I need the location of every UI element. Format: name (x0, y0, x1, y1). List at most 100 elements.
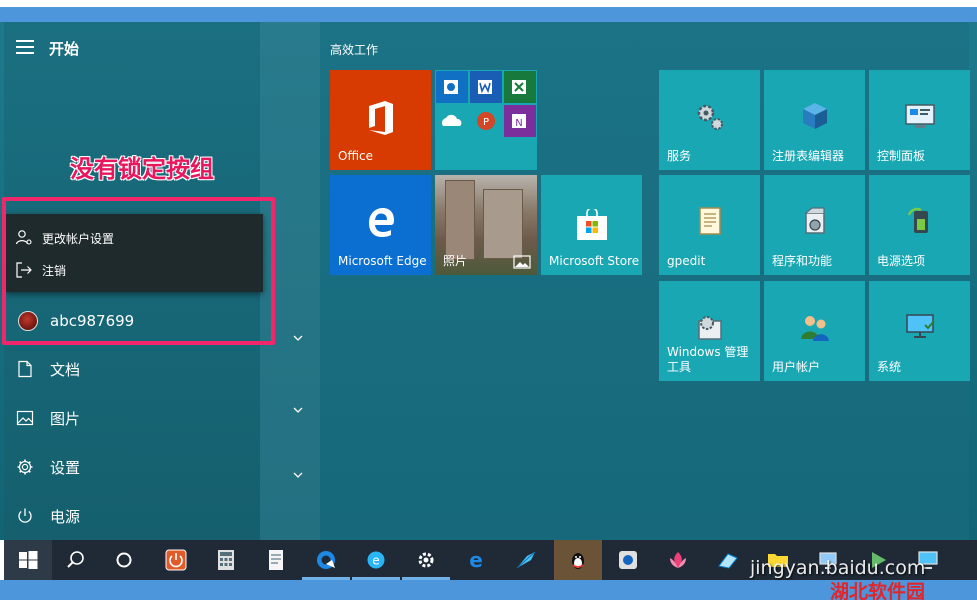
outlook-icon[interactable] (436, 71, 468, 103)
picture-icon (16, 410, 34, 426)
taskbar-app-calculator[interactable] (202, 540, 250, 580)
taskbar-app-notepad[interactable] (252, 540, 300, 580)
screen: 开始 没有锁定按组 更改帐户设置 注销 abc987699 文档 图片 设置 电… (0, 0, 977, 600)
chevron-down-icon[interactable] (292, 405, 304, 415)
tile-user-accounts[interactable]: 用户帐户 (764, 281, 865, 381)
watermark-text: jingyan.baidu.com (750, 557, 926, 579)
qq-penguin-icon (572, 553, 584, 569)
search-button[interactable] (52, 540, 100, 580)
tile-gpedit[interactable]: gpedit (659, 175, 760, 275)
programs-box-icon (805, 207, 825, 234)
nav-documents-label: 文档 (50, 361, 81, 379)
tile-programs-and-features-label: 程序和功能 (772, 254, 833, 268)
start-button[interactable] (4, 540, 52, 580)
calculator-icon (218, 550, 234, 570)
system-computer-icon (906, 314, 935, 338)
tile-services[interactable]: 服务 (659, 70, 760, 170)
document-icon (18, 360, 32, 378)
tile-programs-and-features[interactable]: 程序和功能 (764, 175, 865, 275)
svg-text:e: e (372, 554, 379, 568)
svg-text:N: N (515, 118, 522, 129)
hamburger-menu-icon[interactable] (16, 40, 34, 54)
tile-group-title: 高效工作 (330, 43, 379, 57)
annotation-text: 没有锁定按组 (70, 154, 214, 183)
tile-control-panel[interactable]: 控制面板 (869, 70, 970, 170)
nav-power-label: 电源 (50, 508, 81, 526)
office-icon (369, 101, 393, 135)
cortana-button[interactable] (100, 540, 148, 580)
taskbar-app-flower[interactable] (654, 540, 702, 580)
onedrive-icon[interactable] (436, 105, 468, 137)
browser-swirl-icon (317, 551, 335, 569)
building-image (445, 180, 475, 260)
control-panel-icon (905, 104, 935, 128)
taskbar-app-media[interactable] (604, 540, 652, 580)
feather-app-icon (516, 551, 536, 569)
tools-app-icon (718, 553, 738, 569)
tile-services-label: 服务 (667, 149, 692, 163)
photos-app-icon (513, 255, 531, 269)
taskbar-app-power[interactable] (152, 540, 200, 580)
red-power-app-icon (165, 549, 187, 571)
nav-settings-label: 设置 (50, 459, 81, 477)
taskbar-app-edge[interactable]: e (452, 540, 500, 580)
taskbar-app-browser[interactable] (302, 540, 350, 580)
tile-system-label: 系统 (877, 360, 902, 374)
tile-office[interactable]: Office (330, 70, 431, 170)
tile-power-options[interactable]: 电源选项 (869, 175, 970, 275)
taskbar-app-tools[interactable] (704, 540, 752, 580)
highlight-box (2, 197, 275, 345)
svg-text:P: P (483, 117, 489, 128)
media-app-icon (619, 551, 637, 569)
tile-windows-admin-tools-label: Windows 管理工具 (667, 345, 749, 374)
store-icon (577, 209, 607, 240)
power-options-battery-icon (907, 207, 928, 233)
tile-office-apps[interactable]: P N (435, 70, 537, 170)
notepad-icon (269, 550, 283, 570)
tile-microsoft-store-label: Microsoft Store (549, 254, 640, 268)
tile-control-panel-label: 控制面板 (877, 149, 926, 163)
nav-power[interactable]: 电源 (10, 498, 260, 534)
gear-icon (418, 552, 434, 568)
tile-registry-editor-label: 注册表编辑器 (772, 149, 845, 163)
svg-text:e: e (469, 548, 483, 572)
chevron-down-icon[interactable] (292, 470, 304, 480)
start-title: 开始 (49, 40, 80, 58)
word-icon[interactable] (470, 71, 502, 103)
taskbar-app-feather[interactable] (502, 540, 550, 580)
tile-photos-label: 照片 (443, 254, 468, 268)
tile-microsoft-store[interactable]: Microsoft Store (541, 175, 642, 275)
top-border (0, 0, 977, 7)
flower-app-icon (670, 552, 686, 568)
chevron-down-icon[interactable] (292, 333, 304, 343)
taskbar-app-qq[interactable] (554, 540, 602, 580)
search-icon (67, 551, 84, 568)
tile-power-options-label: 电源选项 (877, 254, 926, 268)
windows-logo-icon (19, 551, 38, 569)
internet-explorer-icon: e (367, 551, 385, 569)
taskbar-app-ie[interactable]: e (352, 540, 400, 580)
tile-office-label: Office (338, 149, 374, 163)
watermark-logo-text: 湖北软件园 (830, 581, 926, 600)
nav-settings[interactable]: 设置 (10, 449, 260, 485)
admin-tools-icon (698, 316, 722, 340)
registry-cube-icon (803, 103, 827, 129)
excel-icon[interactable] (504, 71, 536, 103)
nav-pictures[interactable]: 图片 (10, 400, 260, 436)
tile-microsoft-edge[interactable]: Microsoft Edge (330, 175, 431, 275)
tile-registry-editor[interactable]: 注册表编辑器 (764, 70, 865, 170)
top-strip (0, 7, 977, 22)
onenote-icon[interactable]: N (504, 105, 536, 137)
edge-icon: e (469, 548, 483, 572)
tile-photos[interactable]: 照片 (435, 175, 537, 275)
tile-windows-admin-tools[interactable]: Windows 管理工具 (659, 281, 760, 381)
nav-pictures-label: 图片 (50, 410, 81, 428)
tile-microsoft-edge-label: Microsoft Edge (338, 254, 427, 268)
powerpoint-icon[interactable]: P (470, 105, 502, 137)
nav-documents[interactable]: 文档 (10, 351, 260, 387)
tile-system[interactable]: 系统 (869, 281, 970, 381)
gear-icon (17, 459, 33, 475)
user-accounts-icon (801, 316, 829, 341)
taskbar-app-settings[interactable] (402, 540, 450, 580)
services-gear-icon (697, 104, 723, 130)
